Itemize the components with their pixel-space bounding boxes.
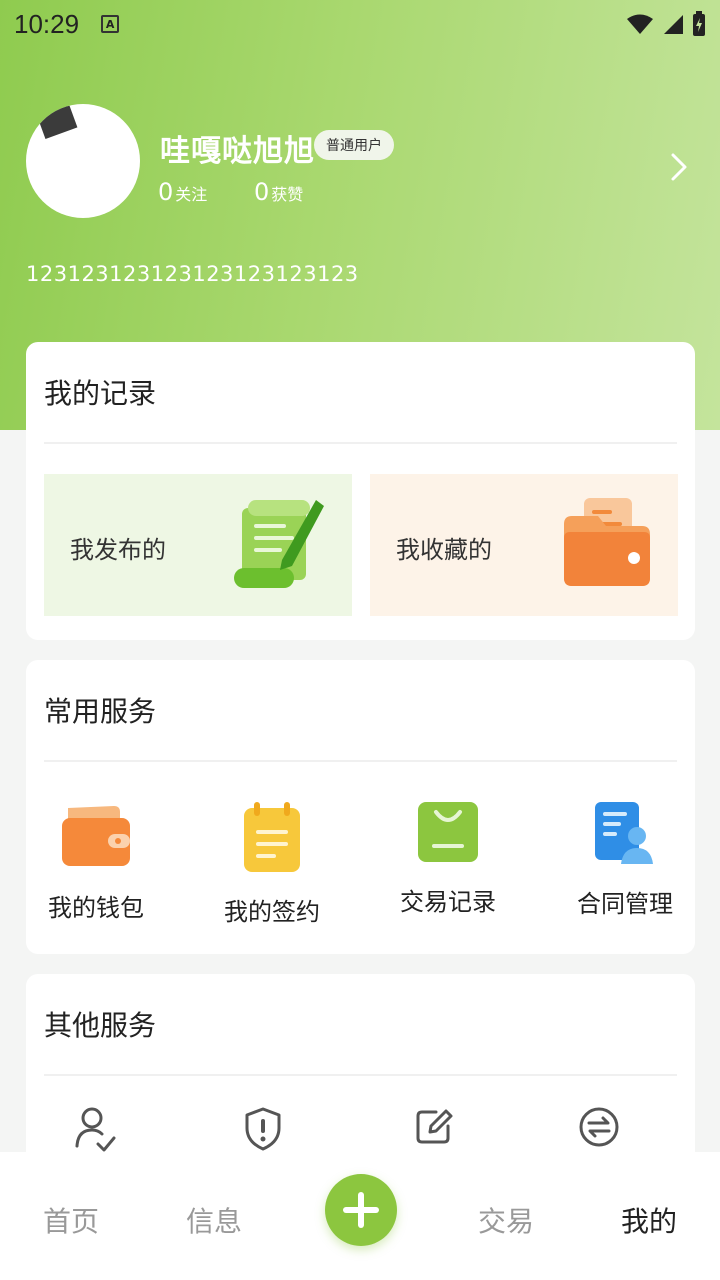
records-title: 我的记录 [44,377,157,410]
shield-alert-icon[interactable] [244,1106,282,1152]
common-services-card: 常用服务 我的钱包 我的签约 交易记录 合同管理 [26,660,695,954]
plus-icon [343,1192,379,1228]
follow-stat[interactable]: 0 关注 [158,178,207,206]
user-level-badge: 普通用户 [314,130,394,160]
transaction-records-item[interactable]: 交易记录 [373,800,523,917]
follow-count: 0 [158,178,174,206]
records-card: 我的记录 我发布的 我收藏的 [26,342,695,640]
profile-bio: 123123123123123123123123 [26,262,359,286]
username: 哇嘎哒旭旭 [160,134,315,169]
divider [44,1074,677,1076]
tab-messages[interactable]: 信息 [186,1200,242,1240]
signal-icon [664,15,683,34]
contract-icon [595,802,653,864]
publish-button[interactable] [325,1174,397,1246]
scroll-pen-icon [234,500,324,588]
divider [44,760,677,762]
my-published-tile[interactable]: 我发布的 [44,474,352,616]
status-bar: 10:29 A [0,0,720,48]
edit-icon[interactable] [414,1106,454,1146]
likes-count: 0 [254,178,270,206]
my-contracts-label: 我的签约 [224,898,320,926]
notification-icon: A [101,15,120,33]
wifi-icon [627,14,653,34]
avatar[interactable] [26,104,140,218]
exchange-icon[interactable] [578,1106,620,1148]
my-published-label: 我发布的 [70,536,166,564]
transaction-records-label: 交易记录 [400,888,496,916]
chevron-right-icon[interactable] [668,152,690,182]
tab-mine[interactable]: 我的 [621,1200,677,1240]
my-wallet-item[interactable]: 我的钱包 [21,800,171,923]
likes-label: 获赞 [271,185,304,204]
my-favorites-label: 我收藏的 [396,536,492,564]
status-time: 10:29 [14,8,80,39]
tab-home[interactable]: 首页 [43,1200,99,1240]
common-services-title: 常用服务 [44,695,157,728]
user-check-icon[interactable] [74,1106,116,1152]
folder-document-icon [564,498,650,586]
tab-trade[interactable]: 交易 [478,1200,534,1240]
clipboard-icon [244,802,300,872]
bag-icon [418,802,478,862]
wallet-icon [62,806,130,866]
battery-icon [693,11,705,36]
likes-stat[interactable]: 0 获赞 [254,178,303,206]
my-favorites-tile[interactable]: 我收藏的 [370,474,678,616]
my-wallet-label: 我的钱包 [48,894,144,922]
contract-management-item[interactable]: 合同管理 [550,800,700,919]
follow-label: 关注 [175,185,208,204]
divider [44,442,677,444]
other-services-title: 其他服务 [44,1009,157,1042]
contract-management-label: 合同管理 [577,890,673,918]
my-contracts-item[interactable]: 我的签约 [197,800,347,927]
